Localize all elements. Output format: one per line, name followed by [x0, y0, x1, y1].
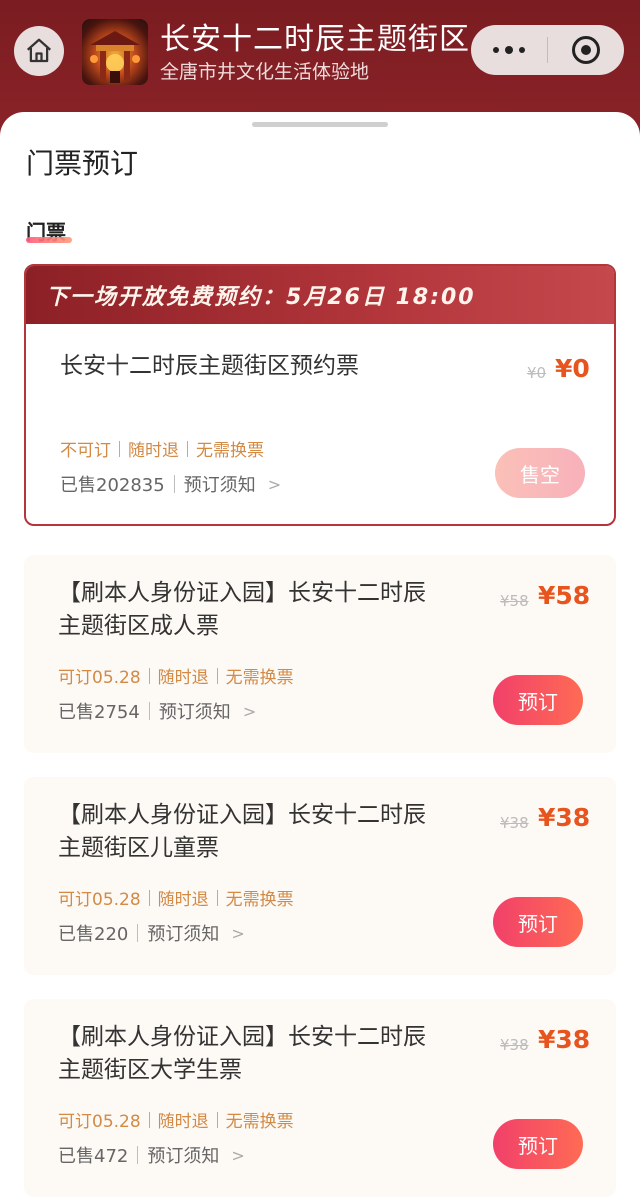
sold-out-button[interactable]: 售空 [495, 448, 585, 498]
booking-notice-link[interactable]: 预订须知 [147, 920, 219, 946]
tag: 无需换票 [225, 668, 294, 688]
sheet-title: 门票预订 [26, 147, 139, 180]
app-logo [82, 19, 148, 85]
banner-text: 下一场开放免费预约：5月26日 18:00 [46, 285, 476, 310]
ticket-tags: 可订05.28 随时退 无需换票 [58, 885, 294, 910]
ticket-name: 长安十二时辰主题街区预约票 [60, 353, 359, 379]
booking-notice-link[interactable]: 预订须知 [147, 1142, 219, 1168]
ticket-card[interactable]: 【刷本人身份证入园】长安十二时辰主题街区儿童票 ¥38 ¥38 可订05.28 … [24, 777, 616, 975]
tag: 不可订 [60, 441, 111, 461]
chevron-right-icon: > [231, 1145, 245, 1165]
original-price: ¥0 [527, 364, 547, 382]
book-button[interactable]: 预订 [493, 675, 583, 725]
tag: 无需换票 [196, 441, 264, 461]
sold-count: 已售472 [58, 1146, 129, 1167]
ticket-name: 【刷本人身份证入园】长安十二时辰主题街区成人票 [58, 580, 426, 639]
tag: 随时退 [157, 668, 209, 688]
price: ¥38 [538, 1025, 591, 1054]
app-header: 长安十二时辰主题街区 全唐市井文化生活体验地 [0, 0, 640, 130]
tag: 可订05.28 [58, 890, 141, 910]
sold-row: 已售220 预订须知 > [58, 920, 245, 946]
tag: 无需换票 [225, 1112, 294, 1132]
miniapp-capsule [471, 25, 624, 75]
drag-handle[interactable] [252, 122, 388, 127]
ticket-tags: 可订05.28 随时退 无需换票 [58, 1107, 294, 1132]
sold-row: 已售2754 预订须知 > [58, 698, 256, 724]
sold-count: 已售2754 [58, 702, 140, 723]
ticket-card[interactable]: 【刷本人身份证入园】长安十二时辰主题街区成人票 ¥58 ¥58 可订05.28 … [24, 555, 616, 753]
book-button[interactable]: 预订 [493, 1119, 583, 1169]
next-opening-banner: 下一场开放免费预约：5月26日 18:00 [26, 266, 614, 324]
section-underline [26, 237, 72, 243]
tag: 随时退 [157, 890, 209, 910]
booking-notice-link[interactable]: 预订须知 [184, 471, 256, 497]
chevron-right-icon: > [242, 701, 257, 721]
book-button[interactable]: 预订 [493, 897, 583, 947]
original-price: ¥38 [500, 814, 529, 832]
original-price: ¥58 [500, 592, 529, 610]
ticket-name: 【刷本人身份证入园】长安十二时辰主题街区大学生票 [58, 1024, 426, 1083]
ticket-card-featured[interactable]: 下一场开放免费预约：5月26日 18:00 长安十二时辰主题街区预约票 ¥0 ¥… [24, 264, 616, 526]
more-dots-icon [493, 47, 499, 53]
ticket-name: 【刷本人身份证入园】长安十二时辰主题街区儿童票 [58, 802, 426, 861]
sold-count: 已售220 [58, 924, 129, 945]
home-button[interactable] [14, 26, 64, 76]
app-subtitle: 全唐市井文化生活体验地 [160, 61, 370, 83]
app-title: 长安十二时辰主题街区 [160, 22, 470, 57]
sold-count: 已售202835 [60, 475, 165, 496]
ticket-card[interactable]: 【刷本人身份证入园】长安十二时辰主题街区大学生票 ¥38 ¥38 可订05.28… [24, 999, 616, 1197]
tag: 随时退 [157, 1112, 209, 1132]
sold-row: 已售472 预订须知 > [58, 1142, 245, 1168]
booking-sheet: 门票预订 门票 下一场开放免费预约：5月26日 18:00 长安十二时辰主题街区… [0, 112, 640, 1203]
more-button[interactable] [471, 25, 547, 75]
tag: 随时退 [128, 441, 179, 461]
original-price: ¥38 [500, 1036, 529, 1054]
ticket-tags: 不可订 随时退 无需换票 [60, 436, 264, 461]
chevron-right-icon: > [267, 474, 282, 494]
tag: 可订05.28 [58, 668, 141, 688]
booking-notice-link[interactable]: 预订须知 [159, 698, 231, 724]
close-miniapp-button[interactable] [548, 25, 624, 75]
tag: 无需换票 [225, 890, 294, 910]
tag: 可订05.28 [58, 1112, 141, 1132]
price: ¥58 [538, 581, 591, 610]
sold-row: 已售202835 预订须知 > [60, 471, 281, 497]
ticket-tags: 可订05.28 随时退 无需换票 [58, 663, 294, 688]
price: ¥0 [555, 354, 590, 383]
home-icon [27, 38, 51, 63]
close-miniapp-icon [572, 36, 600, 64]
price: ¥38 [538, 803, 591, 832]
chevron-right-icon: > [231, 923, 245, 943]
